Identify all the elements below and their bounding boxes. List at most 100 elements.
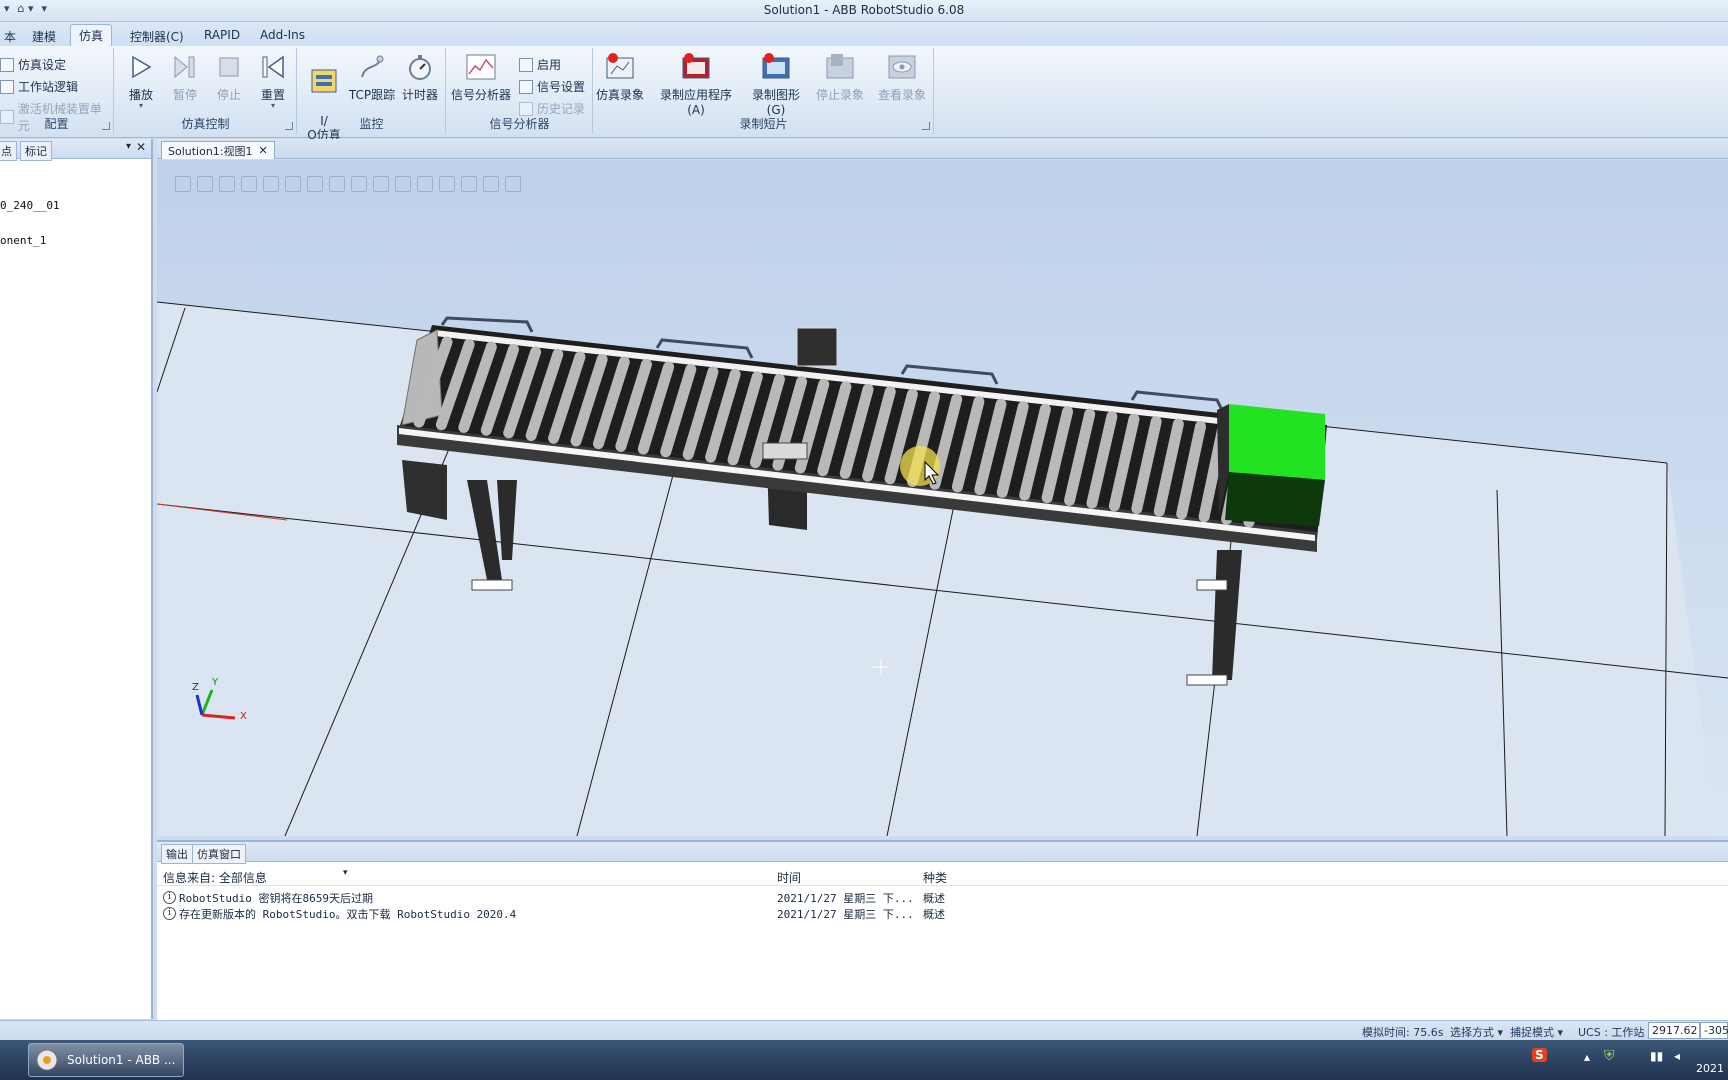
tab-modeling[interactable]: 建模 — [24, 26, 64, 46]
group-config: 仿真设定 工作站逻辑 激活机械装置单元 配置 — [0, 48, 114, 134]
group-sim-control: 播放 ▾ 暂停 停止 重置 ▾ 仿真控制 — [115, 48, 297, 134]
signal-settings-icon — [519, 79, 533, 94]
volume-icon[interactable]: ◂ — [1674, 1049, 1680, 1063]
signal-settings-button[interactable]: 信号设置 — [519, 78, 585, 95]
station-logic-button[interactable]: 工作站逻辑 — [0, 78, 78, 95]
ribbon: 仿真设定 工作站逻辑 激活机械装置单元 配置 播放 ▾ 暂停 停止 重置 ▾ 仿… — [0, 46, 1728, 156]
column-kind[interactable]: 种类 — [923, 869, 947, 886]
panel-close-icon[interactable]: ✕ — [136, 140, 146, 154]
info-icon: i — [163, 907, 176, 920]
sim-record-button[interactable]: 仿真录象 — [594, 52, 646, 103]
tab-output[interactable]: 输出 — [161, 844, 193, 864]
group-recording: 仿真录象 录制应用程序(A) 录制图形(G) 停止录象 查看录象 录制短片 — [594, 48, 934, 134]
record-application-icon — [681, 52, 711, 82]
io-simulator-icon — [309, 66, 339, 96]
stop-record-button[interactable]: 停止录象 — [812, 52, 868, 103]
window-title: Solution1 - ABB RobotStudio 6.08 — [763, 3, 965, 17]
tab-sim-window[interactable]: 仿真窗口 — [192, 844, 246, 864]
tree-item-component[interactable]: onent_1 — [0, 234, 46, 247]
checkbox-icon — [519, 57, 533, 72]
dialog-launcher-icon[interactable] — [102, 122, 110, 130]
stop-record-icon — [825, 52, 855, 82]
play-dropdown-icon[interactable]: ▾ — [123, 101, 159, 110]
axis-y-label: Y — [212, 677, 219, 688]
taskbar: Solution1 - ABB ... S ▴ ⛨ ▮▮ ◂ 2021 — [0, 1040, 1728, 1080]
coord-y-field: -305 — [1700, 1022, 1728, 1039]
play-icon — [126, 52, 156, 82]
group-signal-analyzer: 信号分析器 启用 信号设置 历史记录 信号分析器 — [447, 48, 593, 134]
sim-settings-button[interactable]: 仿真设定 — [0, 56, 66, 73]
network-icon[interactable]: ▮▮ — [1650, 1049, 1663, 1063]
filter-dropdown-icon[interactable]: ▾ — [343, 868, 348, 878]
ucs-label[interactable]: UCS : 工作站 — [1578, 1024, 1644, 1040]
column-time[interactable]: 时间 — [777, 869, 801, 886]
enable-checkbox[interactable]: 启用 — [519, 56, 561, 73]
tab-basic[interactable]: 本 — [0, 26, 24, 46]
stopwatch-icon — [405, 52, 435, 82]
reset-icon — [258, 52, 288, 82]
3d-viewport[interactable]: X Y Z — [157, 160, 1728, 836]
pause-button[interactable]: 暂停 — [167, 52, 203, 103]
axis-x-label: X — [240, 711, 247, 722]
coord-x-field: 2917.62 — [1648, 1022, 1700, 1039]
record-application-button[interactable]: 录制应用程序(A) — [652, 52, 740, 117]
reset-dropdown-icon[interactable]: ▾ — [255, 101, 291, 110]
tab-rapid[interactable]: RAPID — [196, 26, 248, 46]
stop-button[interactable]: 停止 — [211, 52, 247, 103]
snap-mode-dropdown[interactable]: 捕捉模式 ▾ — [1510, 1024, 1563, 1040]
shield-icon[interactable]: ⛨ — [1604, 1048, 1615, 1064]
document-tabs: Solution1:视图1 ✕ — [157, 139, 1728, 159]
output-header: 信息来自: 全部信息 ▾ 时间 种类 — [157, 868, 1728, 886]
sim-time: 模拟时间: 75.6s — [1362, 1026, 1444, 1039]
dialog-launcher-icon[interactable] — [285, 122, 293, 130]
tcp-trace-button[interactable]: TCP跟踪 — [348, 52, 396, 103]
tab-paths[interactable]: 点 — [0, 141, 17, 161]
output-row[interactable]: i 存在更新版本的 RobotStudio。双击下载 RobotStudio 2… — [157, 906, 1728, 922]
history-icon — [519, 101, 533, 116]
record-graphics-icon — [761, 52, 791, 82]
tab-addins[interactable]: Add-Ins — [252, 26, 313, 46]
select-mode-dropdown[interactable]: 选择方式 ▾ — [1450, 1024, 1503, 1040]
left-panel-tabs: 点 标记 ▾ ✕ — [0, 139, 151, 161]
view-record-button[interactable]: 查看录象 — [874, 52, 930, 103]
clock-year: 2021 — [1696, 1062, 1724, 1075]
tree-item-conveyor[interactable]: 0_240__01 — [0, 199, 60, 212]
group-monitor-label: 监控 — [359, 117, 384, 131]
tab-view1[interactable]: Solution1:视图1 ✕ — [161, 141, 275, 159]
axis-z-label: Z — [192, 682, 199, 693]
signal-analyzer-button[interactable]: 信号分析器 — [449, 52, 513, 103]
output-row[interactable]: i RobotStudio 密钥将在8659天后过期 2021/1/27 星期三… — [157, 890, 1728, 906]
ribbon-tabs: 本 建模 仿真 控制器(C) RAPID Add-Ins — [0, 22, 1728, 46]
close-tab-icon[interactable]: ✕ — [259, 144, 268, 157]
robotstudio-icon — [36, 1049, 58, 1071]
status-bar: 模拟时间: 75.6s 选择方式 ▾ 捕捉模式 ▾ UCS : 工作站 2917… — [0, 1020, 1728, 1040]
play-button[interactable]: 播放 ▾ — [123, 52, 159, 110]
group-monitor: I/ O仿真器 TCP跟踪 计时器 监控 — [298, 48, 446, 156]
reset-button[interactable]: 重置 ▾ — [255, 52, 291, 110]
signal-chart-icon — [466, 52, 496, 82]
output-panel: 输出 仿真窗口 信息来自: 全部信息 ▾ 时间 种类 i RobotStudio… — [157, 840, 1728, 1020]
sim-record-icon — [605, 52, 635, 82]
timer-button[interactable]: 计时器 — [400, 52, 440, 103]
info-icon: i — [163, 891, 176, 904]
group-recording-label: 录制短片 — [739, 117, 788, 131]
stop-icon — [214, 52, 244, 82]
tab-tags[interactable]: 标记 — [20, 141, 52, 161]
tab-simulation[interactable]: 仿真 — [70, 24, 113, 46]
view-record-icon — [887, 52, 917, 82]
tab-controller[interactable]: 控制器(C) — [122, 26, 192, 46]
title-bar: ▾ ⌂ ▾ ▾ Solution1 - ABB RobotStudio 6.08 — [0, 0, 1728, 22]
settings-icon — [0, 57, 14, 72]
dialog-launcher-icon[interactable] — [922, 122, 930, 130]
scene-canvas — [157, 301, 1728, 836]
logic-icon — [0, 79, 14, 94]
taskbar-app-button[interactable]: Solution1 - ABB ... — [28, 1043, 184, 1077]
tray-arrow-icon[interactable]: ▴ — [1584, 1050, 1590, 1064]
group-signal-analyzer-label: 信号分析器 — [489, 117, 550, 131]
panel-menu-icon[interactable]: ▾ — [126, 141, 131, 152]
filter-select[interactable]: 信息来自: 全部信息 — [163, 869, 267, 886]
ime-icon[interactable]: S — [1532, 1048, 1547, 1062]
record-graphics-button[interactable]: 录制图形(G) — [744, 52, 808, 117]
group-sim-control-label: 仿真控制 — [181, 117, 230, 131]
pause-icon — [170, 52, 200, 82]
